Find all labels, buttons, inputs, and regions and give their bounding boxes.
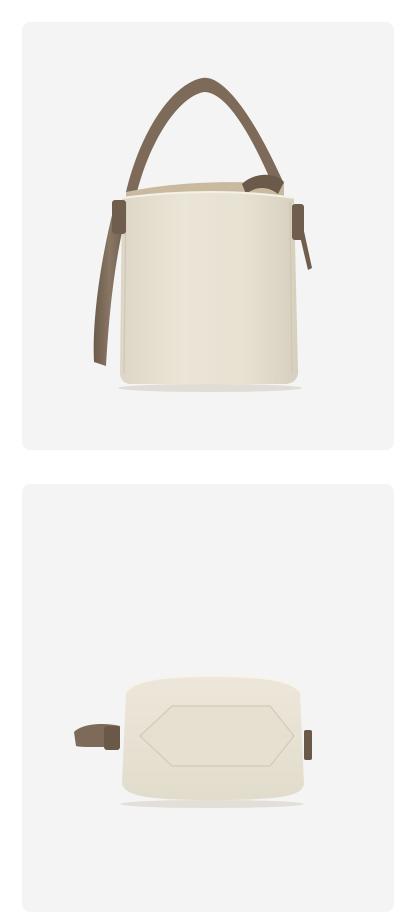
product-image-front bbox=[22, 22, 394, 450]
bucket-bag-bottom-illustration bbox=[74, 674, 312, 808]
bag-body bbox=[120, 192, 298, 384]
product-image-bottom bbox=[22, 484, 394, 912]
bucket-bag-front-illustration bbox=[93, 77, 312, 392]
